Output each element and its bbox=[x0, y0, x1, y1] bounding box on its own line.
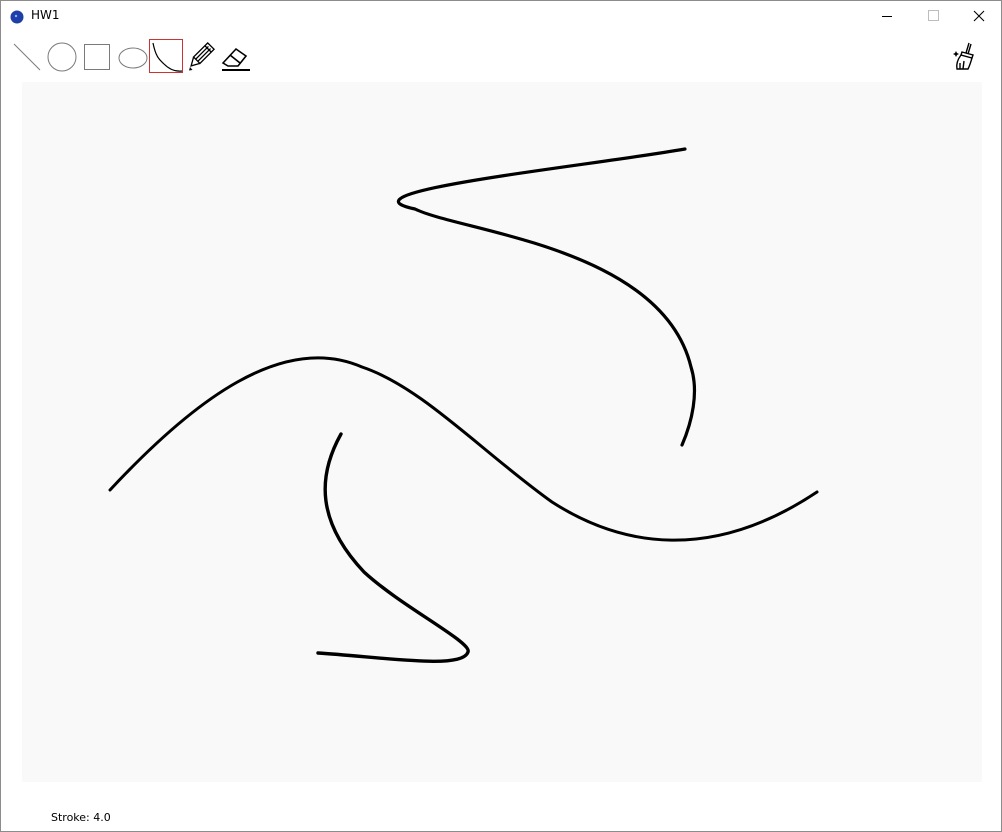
drawing-canvas[interactable] bbox=[22, 82, 982, 782]
rectangle-tool-button[interactable] bbox=[80, 39, 114, 73]
window-title: HW1 bbox=[31, 8, 60, 22]
title-bar[interactable]: HW1 bbox=[1, 1, 1001, 31]
circle-icon bbox=[47, 42, 77, 72]
drawn-curve-top bbox=[396, 147, 697, 447]
maximize-button[interactable] bbox=[909, 1, 955, 31]
app-icon bbox=[10, 9, 24, 28]
line-icon bbox=[13, 43, 41, 71]
ellipse-icon bbox=[118, 47, 148, 69]
circle-tool-button[interactable] bbox=[45, 39, 79, 73]
pencil-tool-button[interactable] bbox=[184, 39, 218, 73]
pencil-icon bbox=[189, 41, 216, 71]
curve-tool-button[interactable] bbox=[149, 39, 183, 73]
toolbar bbox=[1, 37, 1001, 77]
close-icon bbox=[973, 10, 985, 22]
line-tool-button[interactable] bbox=[10, 39, 44, 73]
minimize-button[interactable] bbox=[863, 1, 909, 31]
rectangle-icon bbox=[84, 44, 110, 70]
status-bar: Stroke: 4.0 bbox=[1, 801, 1001, 831]
stroke-width-label: Stroke: 4.0 bbox=[51, 811, 111, 824]
drawing-strokes bbox=[108, 147, 819, 663]
clear-canvas-button[interactable] bbox=[948, 39, 982, 73]
minimize-icon bbox=[882, 16, 892, 17]
ellipse-tool-button[interactable] bbox=[115, 39, 149, 73]
broom-icon bbox=[953, 42, 974, 70]
drawn-curve-middle bbox=[108, 356, 819, 542]
close-button[interactable] bbox=[955, 1, 1001, 31]
eraser-icon bbox=[221, 47, 250, 71]
maximize-icon bbox=[928, 10, 939, 21]
drawn-curve-bottom bbox=[316, 432, 470, 663]
app-window: HW1 Stroke: 4.0 bbox=[0, 0, 1002, 832]
curve-icon bbox=[152, 42, 183, 72]
eraser-tool-button[interactable] bbox=[219, 39, 253, 73]
